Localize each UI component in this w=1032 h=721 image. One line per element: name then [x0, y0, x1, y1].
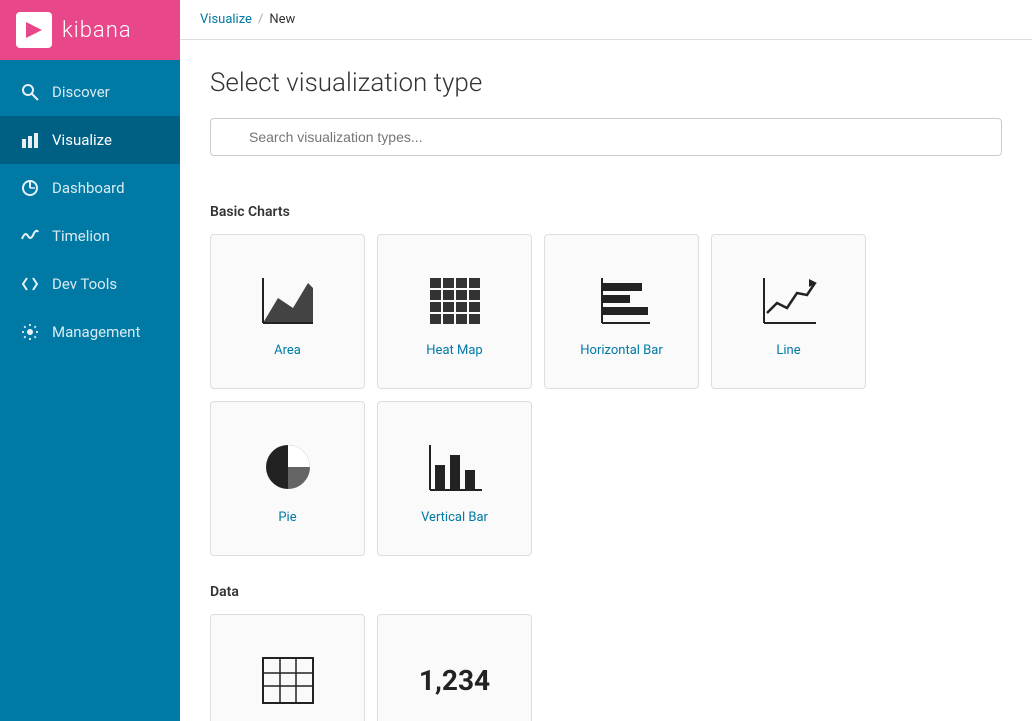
sidebar-item-visualize[interactable]: Visualize	[0, 116, 180, 164]
visualize-label: Visualize	[52, 131, 112, 149]
management-label: Management	[52, 323, 140, 341]
data-section: Data	[210, 584, 1002, 721]
management-icon	[20, 322, 40, 342]
devtools-icon	[20, 274, 40, 294]
area-label: Area	[274, 343, 301, 358]
sidebar-item-devtools[interactable]: Dev Tools	[0, 260, 180, 308]
dashboard-label: Dashboard	[52, 179, 125, 197]
visualize-icon	[20, 130, 40, 150]
heat-map-icon	[420, 265, 490, 335]
sidebar-item-timelion[interactable]: Timelion	[0, 212, 180, 260]
data-grid: Data Table 1,234 Metric	[210, 614, 1002, 721]
app-logo: kibana	[0, 0, 180, 60]
kibana-icon	[16, 12, 52, 48]
basic-charts-title: Basic Charts	[210, 204, 1002, 220]
timelion-label: Timelion	[52, 227, 110, 245]
pie-label: Pie	[278, 510, 296, 525]
sidebar-item-management[interactable]: Management	[0, 308, 180, 356]
search-wrapper	[210, 118, 1002, 180]
data-section-title: Data	[210, 584, 1002, 600]
sidebar: kibana Discover Visualize	[0, 0, 180, 721]
horizontal-bar-icon	[587, 265, 657, 335]
metric-icon: 1,234	[420, 645, 490, 715]
vertical-bar-icon	[420, 432, 490, 502]
viz-card-area[interactable]: Area	[210, 234, 365, 389]
search-input[interactable]	[210, 118, 1002, 156]
breadcrumb-current: New	[269, 12, 295, 27]
discover-label: Discover	[52, 83, 110, 101]
viz-card-vertical-bar[interactable]: Vertical Bar	[377, 401, 532, 556]
content-area: Select visualization type Basic Charts	[180, 40, 1032, 721]
sidebar-item-dashboard[interactable]: Dashboard	[0, 164, 180, 212]
data-table-icon	[253, 645, 323, 715]
dashboard-icon	[20, 178, 40, 198]
main-content: Visualize / New Select visualization typ…	[180, 0, 1032, 721]
basic-charts-section: Basic Charts Area	[210, 204, 1002, 556]
viz-card-metric[interactable]: 1,234 Metric	[377, 614, 532, 721]
page-title: Select visualization type	[210, 68, 1002, 98]
breadcrumb-separator: /	[258, 12, 263, 27]
viz-card-data-table[interactable]: Data Table	[210, 614, 365, 721]
line-label: Line	[776, 343, 800, 358]
sidebar-item-discover[interactable]: Discover	[0, 68, 180, 116]
sidebar-navigation: Discover Visualize Dashboard	[0, 60, 180, 356]
breadcrumb-parent[interactable]: Visualize	[200, 12, 252, 27]
viz-card-line[interactable]: Line	[711, 234, 866, 389]
line-icon	[754, 265, 824, 335]
breadcrumb: Visualize / New	[180, 0, 1032, 40]
devtools-label: Dev Tools	[52, 275, 117, 293]
viz-card-heat-map[interactable]: Heat Map	[377, 234, 532, 389]
viz-card-horizontal-bar[interactable]: Horizontal Bar	[544, 234, 699, 389]
area-icon	[253, 265, 323, 335]
app-name: kibana	[62, 18, 132, 43]
discover-icon	[20, 82, 40, 102]
heat-map-label: Heat Map	[426, 343, 482, 358]
viz-card-pie[interactable]: Pie	[210, 401, 365, 556]
horizontal-bar-label: Horizontal Bar	[580, 343, 662, 358]
timelion-icon	[20, 226, 40, 246]
basic-charts-grid: Area	[210, 234, 1002, 556]
pie-icon	[253, 432, 323, 502]
vertical-bar-label: Vertical Bar	[421, 510, 488, 525]
